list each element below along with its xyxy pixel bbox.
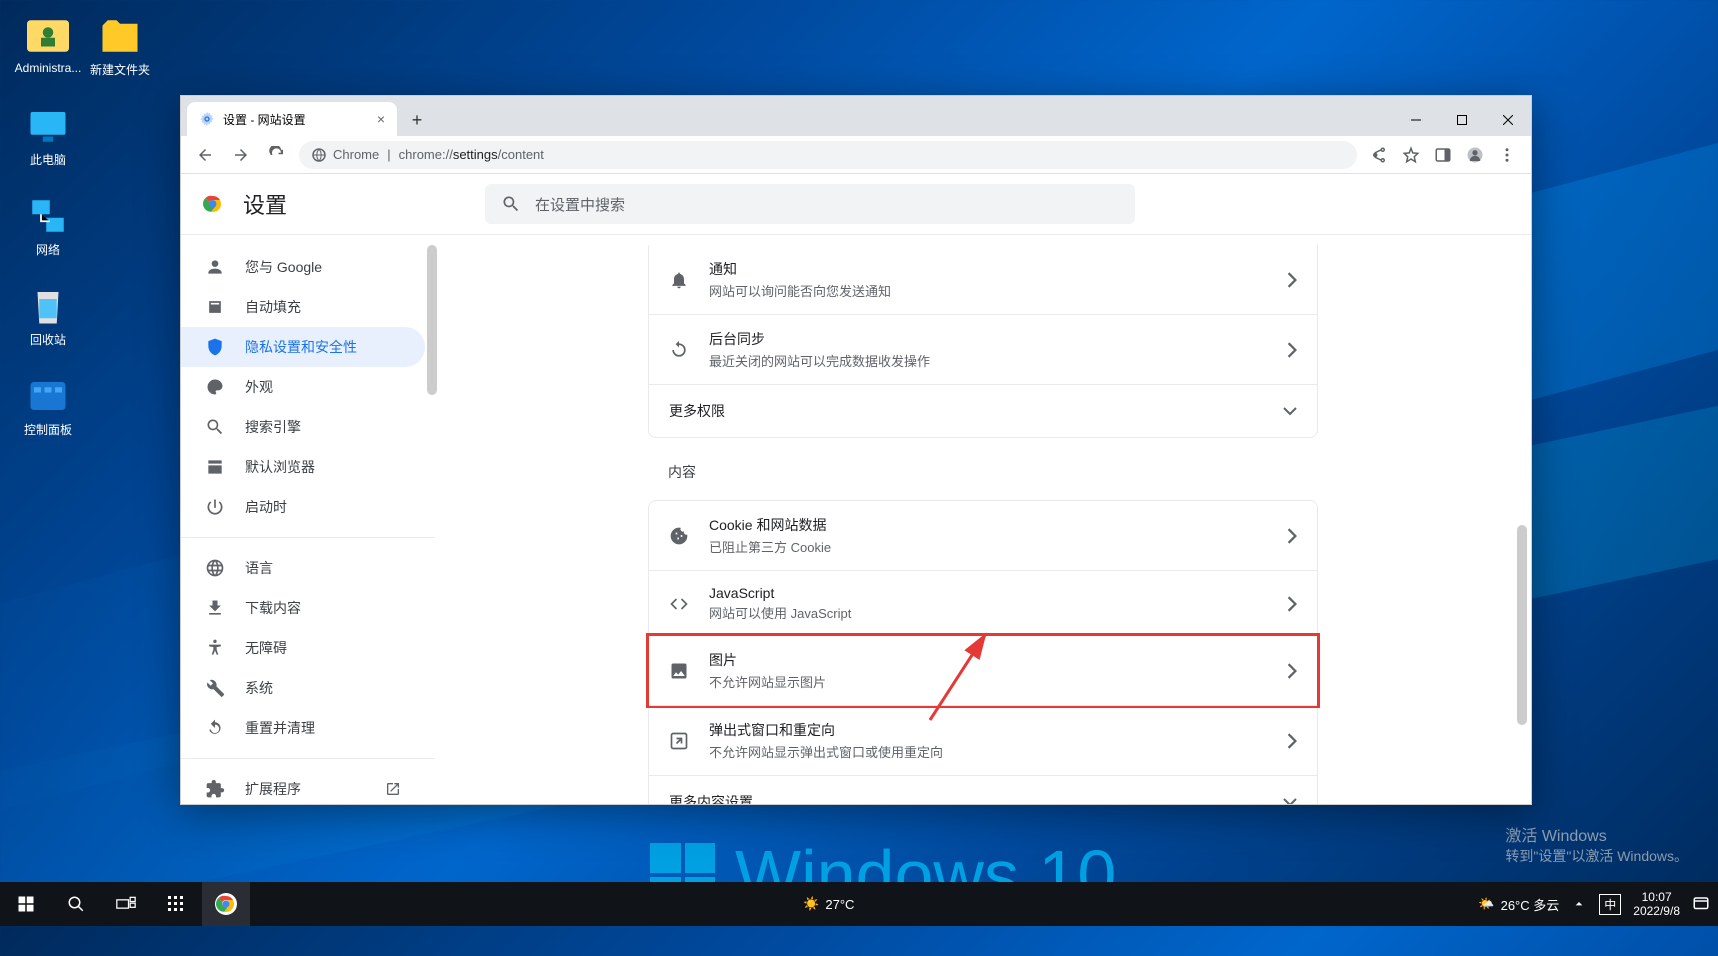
- ime-indicator[interactable]: 中: [1599, 894, 1621, 915]
- browser-toolbar: Chrome | chrome://settings/content: [181, 136, 1531, 174]
- sidebar-item-appearance[interactable]: 外观: [181, 367, 425, 407]
- share-button[interactable]: [1365, 141, 1393, 169]
- nav-reload-button[interactable]: [263, 141, 291, 169]
- settings-header: 设置 在设置中搜索: [181, 174, 1531, 234]
- url-text: chrome://settings/content: [399, 147, 544, 162]
- desktop-icon-thispc[interactable]: 此电脑: [13, 105, 83, 168]
- row-cookies[interactable]: Cookie 和网站数据已阻止第三方 Cookie: [649, 501, 1317, 570]
- clock[interactable]: 10:072022/9/8: [1633, 890, 1680, 918]
- taskbar-chrome[interactable]: [202, 882, 250, 926]
- icon-label: 新建文件夹: [90, 63, 150, 77]
- nav-forward-button[interactable]: [227, 141, 255, 169]
- sidebar-item-reset[interactable]: 重置并清理: [181, 708, 425, 748]
- sidebar-item-extensions[interactable]: 扩展程序: [181, 769, 425, 804]
- sidepanel-button[interactable]: [1429, 141, 1457, 169]
- popup-icon: [669, 731, 689, 751]
- profile-button[interactable]: [1461, 141, 1489, 169]
- chevron-right-icon: [1287, 596, 1297, 612]
- start-button[interactable]: [2, 882, 50, 926]
- tab-title: 设置 - 网站设置: [223, 111, 306, 128]
- external-link-icon: [385, 781, 401, 797]
- nav-back-button[interactable]: [191, 141, 219, 169]
- settings-search-input[interactable]: 在设置中搜索: [485, 184, 1135, 224]
- address-bar[interactable]: Chrome | chrome://settings/content: [299, 141, 1357, 169]
- sidebar-item-search[interactable]: 搜索引擎: [181, 407, 425, 447]
- settings-gear-icon: [199, 111, 215, 127]
- notifications-tray-icon[interactable]: [1692, 895, 1710, 913]
- activate-windows-text: 激活 Windows 转到"设置"以激活 Windows。: [1505, 822, 1688, 866]
- window-minimize-button[interactable]: [1393, 104, 1439, 136]
- icon-label: 控制面板: [24, 423, 72, 437]
- sidebar-item-autofill[interactable]: 自动填充: [181, 287, 425, 327]
- window-maximize-button[interactable]: [1439, 104, 1485, 136]
- icon-label: 网络: [36, 243, 60, 257]
- apps-button[interactable]: [152, 882, 200, 926]
- sidebar-item-system[interactable]: 系统: [181, 668, 425, 708]
- weather-widget-right[interactable]: 🌤️26°C 多云: [1478, 895, 1559, 914]
- url-separator: |: [387, 147, 390, 162]
- chrome-logo-icon: [201, 192, 225, 216]
- chevron-down-icon: [1283, 406, 1297, 416]
- sidebar-scrollbar[interactable]: [427, 245, 435, 395]
- settings-sidebar: 您与 Google 自动填充 隐私设置和安全性 外观 搜索引擎 默认浏览器 启动…: [181, 235, 435, 804]
- desktop-icon-newfolder[interactable]: 新建文件夹: [85, 15, 155, 78]
- main-scrollbar[interactable]: [1517, 525, 1527, 725]
- desktop-icon-controlpanel[interactable]: 控制面板: [13, 375, 83, 438]
- cookie-icon: [669, 526, 689, 546]
- chevron-right-icon: [1287, 342, 1297, 358]
- taskbar: ☀️27°C 🌤️26°C 多云 中 10:072022/9/8: [0, 882, 1718, 926]
- row-more-content-settings[interactable]: 更多内容设置: [649, 775, 1317, 804]
- sidebar-item-default-browser[interactable]: 默认浏览器: [181, 447, 425, 487]
- chevron-right-icon: [1287, 528, 1297, 544]
- chevron-right-icon: [1287, 733, 1297, 749]
- browser-tab[interactable]: 设置 - 网站设置 ×: [187, 102, 397, 136]
- search-placeholder: 在设置中搜索: [535, 194, 625, 215]
- chrome-window: 设置 - 网站设置 × + Chrome | chrome://settings…: [180, 95, 1532, 805]
- row-background-sync[interactable]: 后台同步最近关闭的网站可以完成数据收发操作: [649, 314, 1317, 384]
- sidebar-item-onstartup[interactable]: 启动时: [181, 487, 425, 527]
- desktop-icon-administrator[interactable]: Administra...: [13, 15, 83, 75]
- icon-label: 此电脑: [30, 153, 66, 167]
- window-close-button[interactable]: [1485, 104, 1531, 136]
- chrome-menu-button[interactable]: [1493, 141, 1521, 169]
- chevron-right-icon: [1287, 272, 1297, 288]
- sidebar-item-privacy[interactable]: 隐私设置和安全性: [181, 327, 425, 367]
- code-icon: [669, 594, 689, 614]
- new-tab-button[interactable]: +: [403, 106, 431, 134]
- settings-title: 设置: [243, 188, 287, 220]
- desktop-icon-recyclebin[interactable]: 回收站: [13, 285, 83, 348]
- search-icon: [501, 194, 521, 214]
- bell-icon: [669, 270, 689, 290]
- sidebar-item-accessibility[interactable]: 无障碍: [181, 628, 425, 668]
- chevron-down-icon: [1283, 797, 1297, 804]
- chevron-right-icon: [1287, 663, 1297, 679]
- image-icon: [669, 661, 689, 681]
- sidebar-item-languages[interactable]: 语言: [181, 548, 425, 588]
- weather-widget-left[interactable]: ☀️27°C: [803, 896, 854, 912]
- tab-close-icon[interactable]: ×: [377, 111, 385, 127]
- task-view-button[interactable]: [102, 882, 150, 926]
- tab-strip: 设置 - 网站设置 × +: [181, 96, 1531, 136]
- settings-main: 通知网站可以询问能否向您发送通知 后台同步最近关闭的网站可以完成数据收发操作 更…: [435, 235, 1531, 804]
- row-popups[interactable]: 弹出式窗口和重定向不允许网站显示弹出式窗口或使用重定向: [649, 705, 1317, 775]
- icon-label: 回收站: [30, 333, 66, 347]
- row-more-permissions[interactable]: 更多权限: [649, 384, 1317, 437]
- section-label-content: 内容: [648, 438, 1318, 490]
- icon-label: Administra...: [15, 61, 82, 75]
- site-info-icon[interactable]: Chrome: [311, 147, 379, 163]
- tray-up-icon[interactable]: [1571, 896, 1587, 912]
- row-notifications[interactable]: 通知网站可以询问能否向您发送通知: [649, 245, 1317, 314]
- sidebar-item-downloads[interactable]: 下载内容: [181, 588, 425, 628]
- search-button[interactable]: [52, 882, 100, 926]
- sync-icon: [669, 340, 689, 360]
- row-javascript[interactable]: JavaScript网站可以使用 JavaScript: [649, 570, 1317, 636]
- bookmark-button[interactable]: [1397, 141, 1425, 169]
- row-images[interactable]: 图片不允许网站显示图片: [649, 636, 1317, 705]
- desktop-icon-network[interactable]: 网络: [13, 195, 83, 258]
- sidebar-item-you-and-google[interactable]: 您与 Google: [181, 247, 425, 287]
